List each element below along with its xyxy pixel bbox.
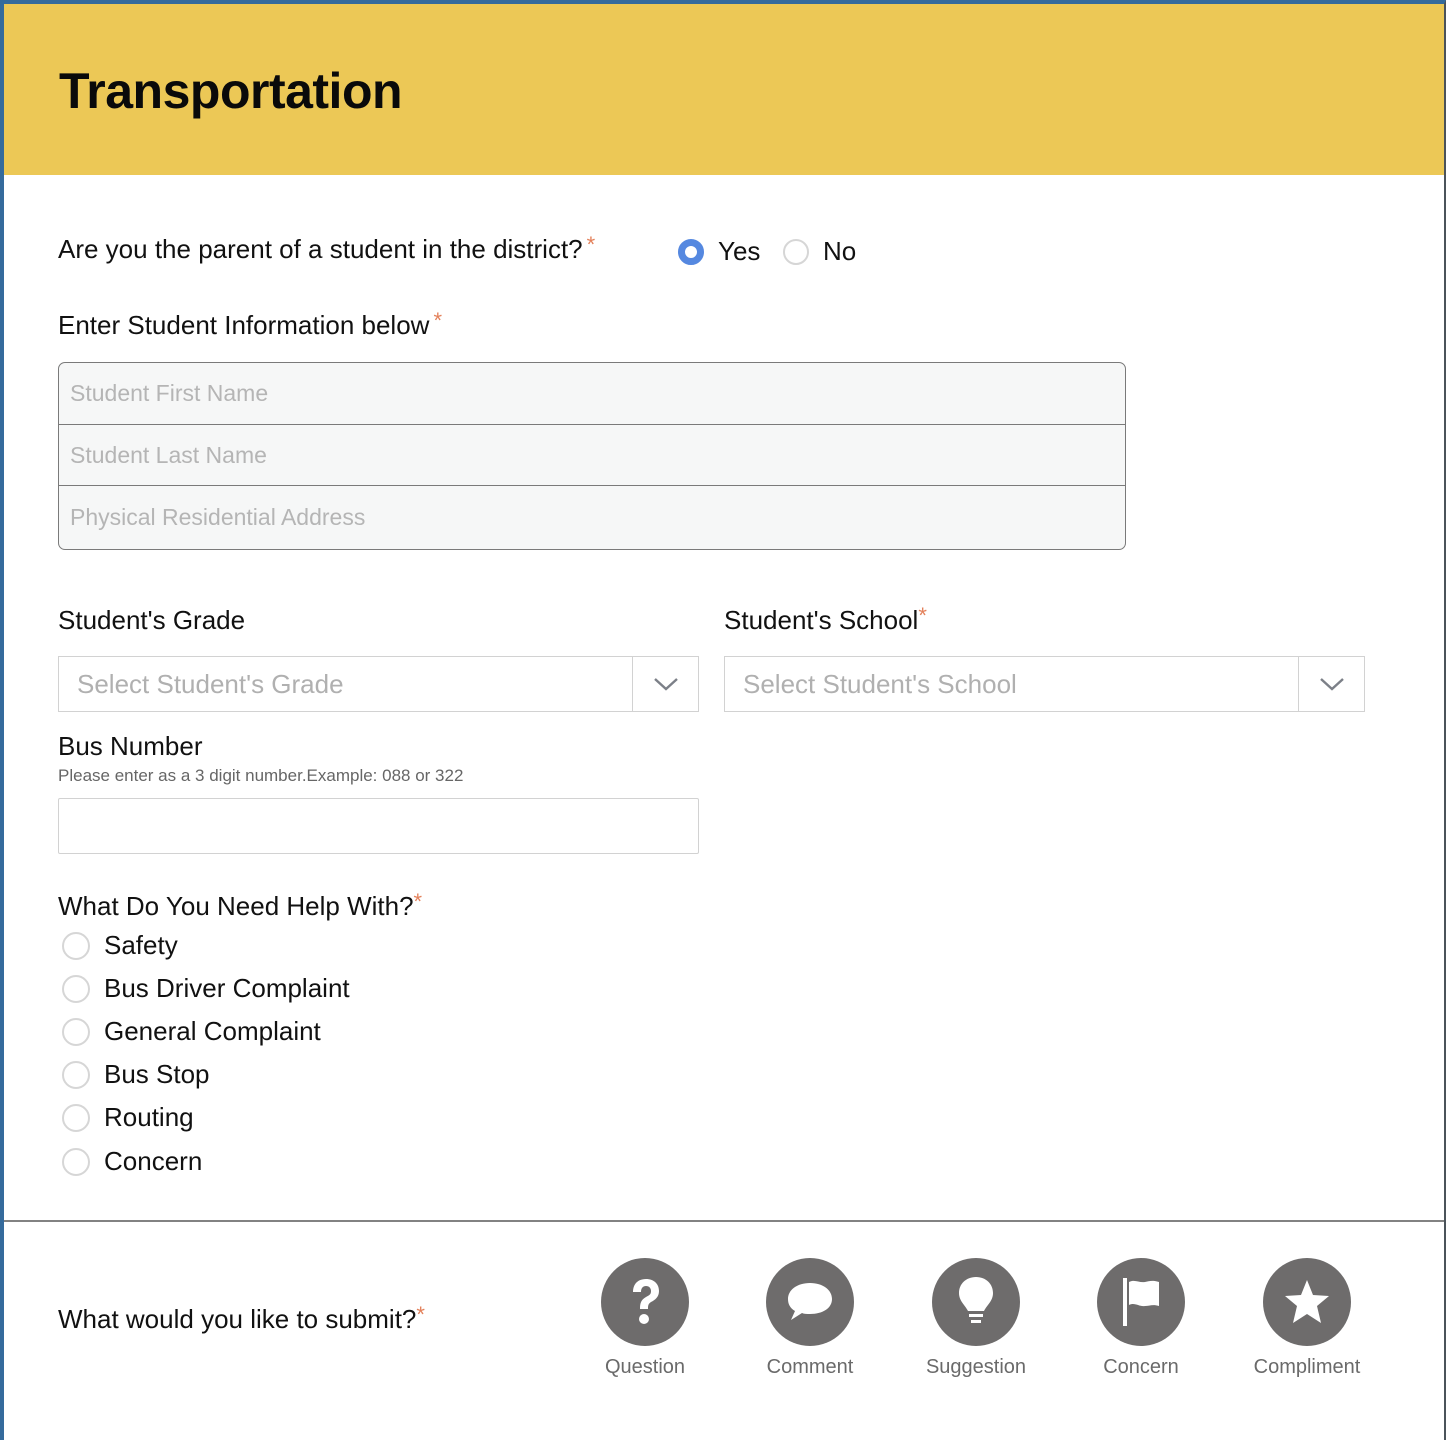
radio-parent-no[interactable]: No bbox=[783, 236, 856, 267]
help-with-text: What Do You Need Help With? bbox=[58, 891, 414, 921]
bus-number-label: Bus Number bbox=[58, 731, 203, 761]
bus-number-hint: Please enter as a 3 digit number.Example… bbox=[58, 766, 464, 785]
radio-button[interactable] bbox=[62, 974, 90, 1003]
school-label-text: Student's School bbox=[724, 605, 919, 635]
grade-select[interactable]: Select Student's Grade bbox=[58, 656, 699, 712]
radio-label-no: No bbox=[823, 236, 857, 266]
option-label: Routing bbox=[104, 1102, 194, 1132]
help-option-bus-driver-complaint[interactable]: Bus Driver Complaint bbox=[62, 973, 350, 1004]
option-label: Safety bbox=[104, 930, 178, 960]
chevron-down-icon[interactable] bbox=[632, 657, 698, 711]
option-label: General Complaint bbox=[104, 1016, 321, 1046]
student-first-name-input[interactable]: Student First Name bbox=[59, 363, 1125, 424]
required-mark: * bbox=[918, 603, 927, 628]
submit-option-comment[interactable]: Comment bbox=[740, 1258, 880, 1379]
radio-button[interactable] bbox=[62, 1147, 90, 1176]
grade-select-placeholder: Select Student's Grade bbox=[77, 668, 344, 699]
radio-parent-yes[interactable]: Yes bbox=[678, 236, 760, 267]
grade-label: Student's Grade bbox=[58, 605, 246, 635]
submit-option-compliment[interactable]: Compliment bbox=[1237, 1258, 1377, 1379]
required-mark: * bbox=[433, 308, 443, 333]
lightbulb-icon[interactable] bbox=[932, 1258, 1020, 1346]
radio-button[interactable] bbox=[62, 1103, 90, 1132]
flag-icon[interactable] bbox=[1097, 1258, 1185, 1346]
submit-type-label: What would you like to submit?* bbox=[58, 1302, 425, 1335]
radio-button[interactable] bbox=[62, 1017, 90, 1046]
parent-question-label: Are you the parent of a student in the d… bbox=[58, 232, 596, 265]
help-option-concern[interactable]: Concern bbox=[62, 1146, 202, 1177]
option-label: Bus Driver Complaint bbox=[104, 973, 350, 1003]
required-mark: * bbox=[413, 889, 423, 914]
student-info-fields: Student First Name Student Last Name Phy… bbox=[58, 362, 1126, 550]
school-label: Student's School* bbox=[724, 603, 927, 636]
question-icon[interactable] bbox=[601, 1258, 689, 1346]
radio-button[interactable] bbox=[783, 238, 809, 265]
required-mark: * bbox=[586, 232, 596, 257]
radio-button[interactable] bbox=[62, 931, 90, 960]
form-header: Transportation bbox=[4, 4, 1444, 175]
residential-address-input[interactable]: Physical Residential Address bbox=[59, 485, 1125, 549]
help-with-label: What Do You Need Help With?* bbox=[58, 889, 423, 922]
radio-button[interactable] bbox=[62, 1060, 90, 1089]
bus-number-input[interactable] bbox=[58, 798, 699, 854]
submit-option-label: Concern bbox=[1103, 1356, 1179, 1378]
star-icon[interactable] bbox=[1263, 1258, 1351, 1346]
submit-option-suggestion[interactable]: Suggestion bbox=[906, 1258, 1046, 1379]
chevron-down-icon[interactable] bbox=[1298, 657, 1364, 711]
parent-question-text: Are you the parent of a student in the d… bbox=[58, 234, 583, 264]
school-select[interactable]: Select Student's School bbox=[724, 656, 1365, 712]
student-last-name-input[interactable]: Student Last Name bbox=[59, 424, 1125, 485]
page-title: Transportation bbox=[59, 63, 403, 119]
student-info-label: Enter Student Information below * bbox=[58, 308, 443, 341]
submit-type-text: What would you like to submit? bbox=[58, 1304, 417, 1334]
help-option-general-complaint[interactable]: General Complaint bbox=[62, 1016, 321, 1047]
help-option-safety[interactable]: Safety bbox=[62, 930, 178, 961]
required-mark: * bbox=[416, 1302, 425, 1327]
help-option-bus-stop[interactable]: Bus Stop bbox=[62, 1059, 210, 1090]
submit-option-question[interactable]: Question bbox=[575, 1258, 715, 1379]
option-label: Concern bbox=[104, 1146, 203, 1176]
submit-option-label: Compliment bbox=[1253, 1356, 1361, 1378]
help-option-routing[interactable]: Routing bbox=[62, 1102, 194, 1133]
student-info-text: Enter Student Information below bbox=[58, 310, 430, 340]
section-divider bbox=[4, 1220, 1444, 1222]
speech-bubble-icon[interactable] bbox=[766, 1258, 854, 1346]
submit-option-concern[interactable]: Concern bbox=[1071, 1258, 1211, 1379]
page-frame bbox=[0, 0, 1446, 1440]
radio-button-checked[interactable] bbox=[678, 238, 704, 265]
school-select-placeholder: Select Student's School bbox=[743, 668, 1017, 699]
submit-option-label: Suggestion bbox=[925, 1356, 1027, 1378]
option-label: Bus Stop bbox=[104, 1059, 210, 1089]
radio-label-yes: Yes bbox=[718, 236, 761, 266]
submit-option-label: Question bbox=[604, 1356, 686, 1378]
submit-option-label: Comment bbox=[766, 1356, 854, 1378]
